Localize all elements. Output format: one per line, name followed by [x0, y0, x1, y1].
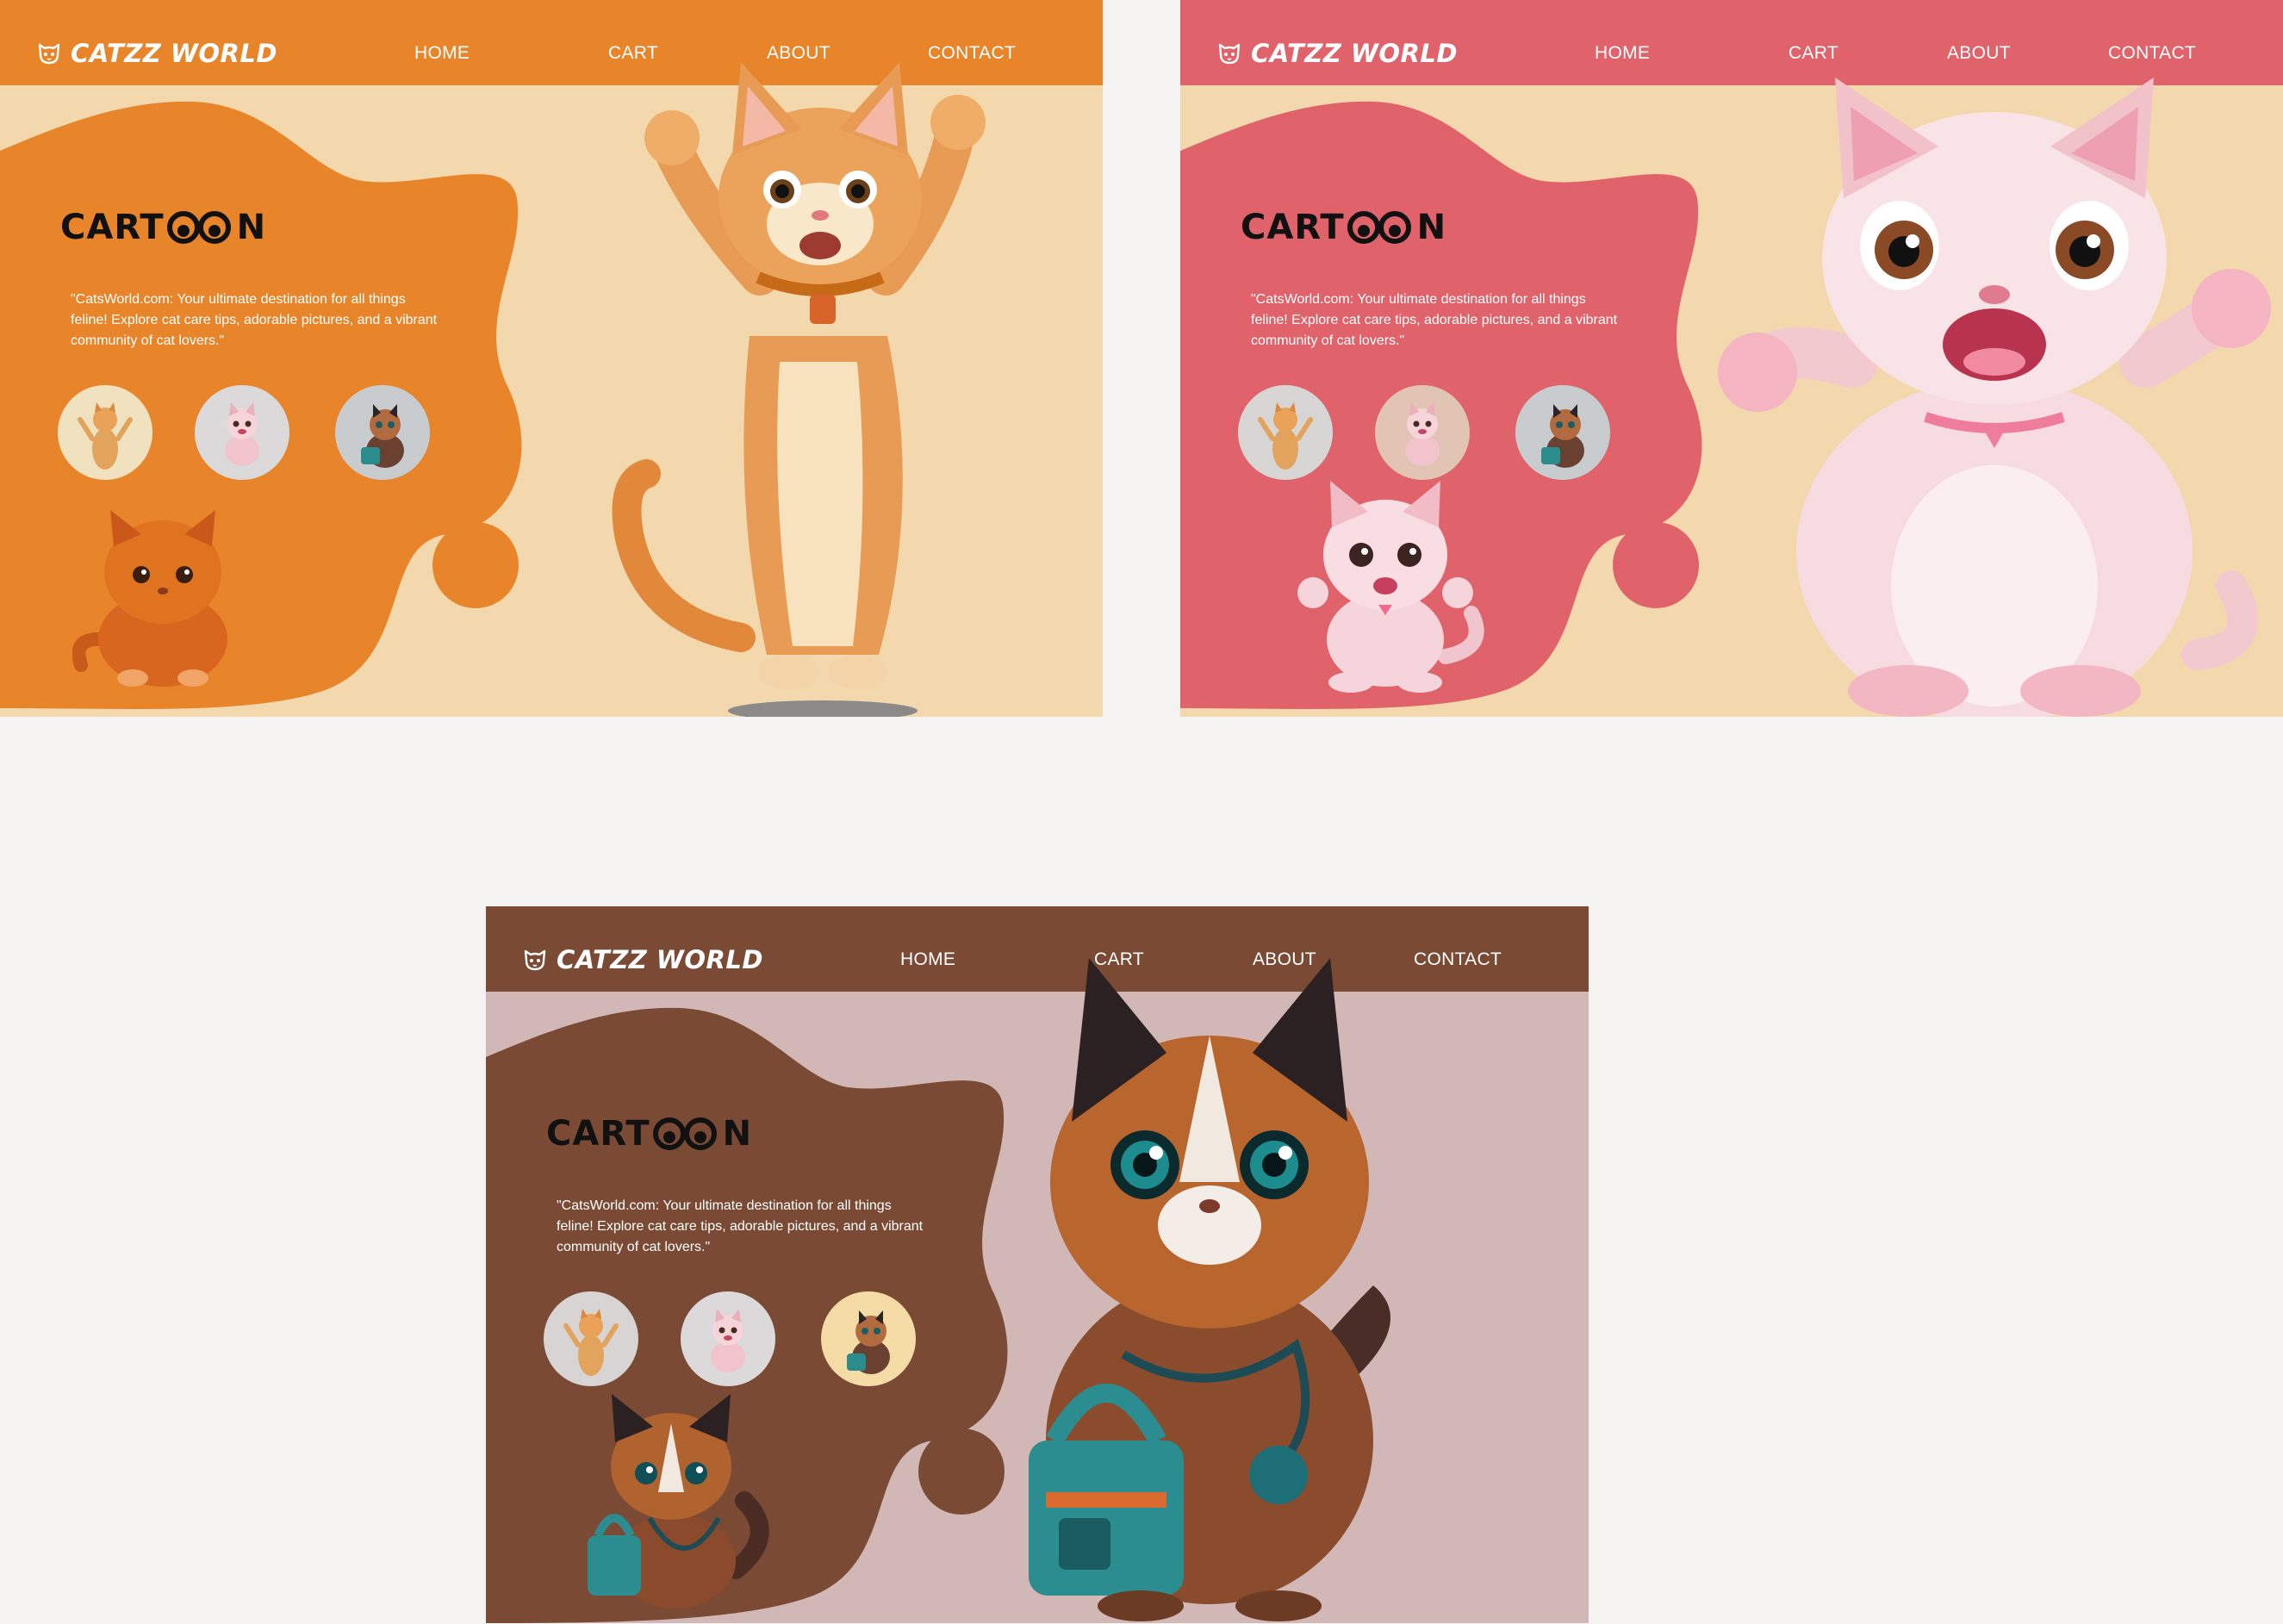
hero-title: CART N — [60, 203, 266, 252]
brand-logo[interactable]: CATZZ WORLD — [36, 38, 277, 69]
calico-doctor-cat-hero-image — [1029, 958, 1390, 1621]
pink-kitten-small-image — [1297, 481, 1484, 693]
nav-home-link[interactable]: HOME — [900, 949, 955, 970]
landing-page-orange-variant: CATZZ WORLD HOME CART ABOUT CONTACT CART… — [0, 0, 1103, 717]
hero-title-suffix: N — [236, 208, 267, 247]
hero-description: "CatsWorld.com: Your ultimate destinatio… — [557, 1198, 924, 1254]
orange-tabby-cat-thumbnail[interactable] — [1238, 385, 1333, 480]
calico-doctor-cat-thumbnail[interactable] — [1515, 385, 1610, 480]
pink-kitten-thumbnail[interactable] — [195, 385, 289, 480]
nav-contact-link[interactable]: CONTACT — [1414, 949, 1502, 970]
hero-description: "CatsWorld.com: Your ultimate destinatio… — [71, 292, 438, 348]
brand-name: CATZZ WORLD — [71, 39, 277, 68]
hero-title: CART N — [1241, 203, 1446, 252]
orange-tabby-cat-thumbnail[interactable] — [58, 385, 152, 480]
orange-tabby-cat-hero-image — [612, 62, 986, 717]
calico-doctor-cat-thumbnail[interactable] — [335, 385, 430, 480]
calico-doctor-cat-small-image — [588, 1394, 769, 1608]
brand-logo[interactable]: CATZZ WORLD — [522, 944, 763, 975]
decorative-circle — [1613, 522, 1699, 608]
brand-name: CATZZ WORLD — [557, 945, 763, 974]
hero-title-text: CART — [546, 1114, 650, 1154]
landing-page-pink-variant: CATZZ WORLD HOME CART ABOUT CONTACT CART… — [1180, 0, 2283, 717]
hero-title-text: CART — [1241, 208, 1345, 247]
hero-title-suffix: N — [1416, 208, 1447, 247]
orange-tabby-cat-thumbnail[interactable] — [544, 1291, 638, 1386]
pink-kitten-hero-image — [1718, 78, 2271, 717]
hero-description: "CatsWorld.com: Your ultimate destinatio… — [1251, 292, 1618, 348]
nav-home-link[interactable]: HOME — [1595, 43, 1650, 64]
decorative-circle — [918, 1428, 1005, 1515]
brand-logo[interactable]: CATZZ WORLD — [1216, 38, 1458, 69]
nav-home-link[interactable]: HOME — [414, 43, 470, 64]
decorative-circle — [432, 522, 519, 608]
landing-page-brown-variant: CATZZ WORLD HOME CART ABOUT CONTACT CART… — [486, 906, 1589, 1624]
hero-title: CART N — [546, 1110, 752, 1158]
brand-name: CATZZ WORLD — [1251, 39, 1458, 68]
cat-face-icon — [524, 949, 546, 971]
cat-face-icon — [38, 43, 60, 65]
pink-kitten-thumbnail[interactable] — [681, 1291, 775, 1386]
hero-title-suffix: N — [722, 1114, 753, 1154]
hero-title-text: CART — [60, 208, 165, 247]
cat-face-icon — [1218, 43, 1241, 65]
pink-kitten-thumbnail[interactable] — [1375, 385, 1470, 480]
chubby-orange-cat-image — [72, 510, 227, 687]
calico-doctor-cat-thumbnail[interactable] — [821, 1291, 916, 1386]
